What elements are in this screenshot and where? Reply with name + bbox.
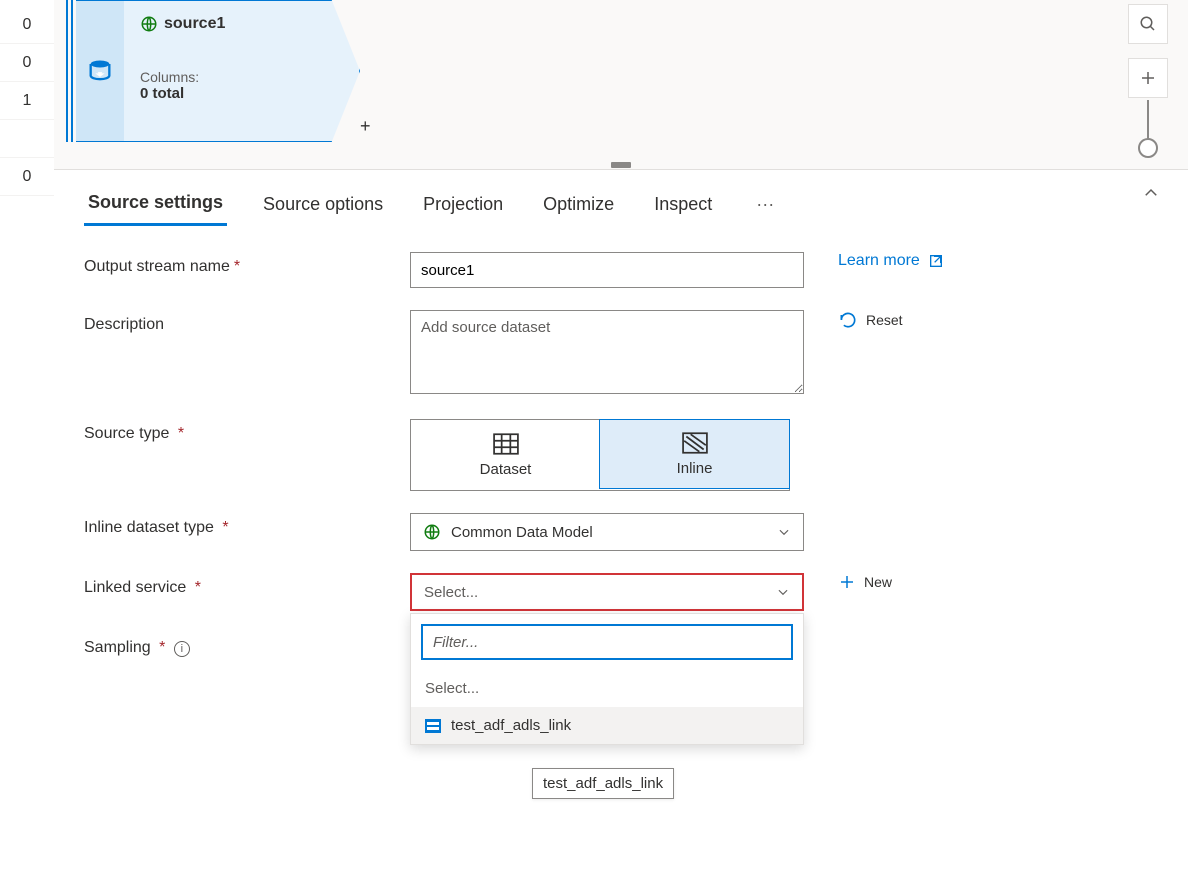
node-handle[interactable] — [66, 0, 76, 142]
linked-service-dropdown: Select... test_adf_adls_link — [410, 613, 804, 745]
canvas-zoom-in-button[interactable] — [1128, 58, 1168, 98]
dataset-icon — [493, 433, 519, 455]
rail-item[interactable]: 1 — [0, 82, 54, 120]
node-type-icon-box — [76, 0, 124, 142]
linked-service-select[interactable]: Select... — [410, 573, 804, 611]
inline-dataset-type-label: Inline dataset type * — [84, 513, 410, 537]
collapse-panel-button[interactable] — [1142, 184, 1160, 202]
sampling-label: Sampling * i — [84, 633, 410, 657]
output-stream-label: Output stream name* — [84, 252, 410, 276]
inline-icon — [682, 432, 708, 454]
storage-icon — [425, 719, 441, 733]
tab-source-settings[interactable]: Source settings — [84, 182, 227, 226]
plus-icon — [838, 573, 856, 591]
source-type-toggle: Dataset Inline — [410, 419, 790, 491]
left-rail: 0 0 1 0 — [0, 0, 54, 869]
new-linked-service-button[interactable]: New — [838, 573, 892, 591]
zoom-slider-thumb[interactable] — [1138, 138, 1158, 158]
chevron-down-icon — [777, 525, 791, 539]
linked-service-filter-input[interactable] — [421, 624, 793, 660]
rail-item[interactable]: 0 — [0, 6, 54, 44]
learn-more-link[interactable]: Learn more — [838, 252, 944, 270]
add-transform-icon[interactable]: + — [360, 116, 371, 137]
source-type-inline[interactable]: Inline — [599, 419, 790, 489]
source-type-label: Source type * — [84, 419, 410, 443]
node-columns-count: 0 total — [140, 85, 343, 102]
description-label: Description — [84, 310, 410, 334]
tab-optimize[interactable]: Optimize — [539, 184, 618, 225]
flow-canvas[interactable]: source1 Columns: 0 total + — [54, 0, 1188, 170]
node-body[interactable]: source1 Columns: 0 total — [124, 0, 360, 142]
source-settings-form: Output stream name* Learn more Descripti… — [54, 226, 1188, 705]
chevron-down-icon — [776, 585, 790, 599]
canvas-search-button[interactable] — [1128, 4, 1168, 44]
open-external-icon — [928, 253, 944, 269]
tab-source-options[interactable]: Source options — [259, 184, 387, 225]
dropdown-option[interactable]: test_adf_adls_link — [411, 707, 803, 744]
info-icon[interactable]: i — [174, 641, 190, 657]
tab-inspect[interactable]: Inspect — [650, 184, 716, 225]
database-arrow-icon — [86, 57, 114, 85]
zoom-slider-track[interactable] — [1147, 100, 1149, 140]
tab-bar: Source settings Source options Projectio… — [54, 170, 1188, 226]
chevron-up-icon — [1142, 184, 1160, 202]
inline-dataset-type-select[interactable]: Common Data Model — [410, 513, 804, 551]
linked-service-label: Linked service * — [84, 573, 410, 597]
rail-item[interactable] — [0, 120, 54, 158]
cdm-icon — [423, 523, 441, 541]
node-columns-label: Columns: — [140, 69, 343, 85]
output-stream-input[interactable] — [410, 252, 804, 288]
source-type-dataset[interactable]: Dataset — [411, 420, 600, 490]
node-title-text: source1 — [164, 15, 225, 33]
cdm-icon — [140, 15, 158, 33]
tab-projection[interactable]: Projection — [419, 184, 507, 225]
search-icon — [1139, 15, 1157, 33]
reset-button[interactable]: Reset — [838, 310, 903, 330]
source-node[interactable]: source1 Columns: 0 total — [66, 0, 360, 142]
panel-resize-handle[interactable] — [611, 162, 631, 168]
reset-icon — [838, 310, 858, 330]
tab-overflow-button[interactable]: ··· — [748, 194, 782, 215]
rail-item[interactable]: 0 — [0, 44, 54, 82]
option-tooltip: test_adf_adls_link — [532, 768, 674, 799]
dropdown-option-placeholder[interactable]: Select... — [411, 670, 803, 707]
rail-item[interactable]: 0 — [0, 158, 54, 196]
description-textarea[interactable] — [410, 310, 804, 394]
plus-icon — [1139, 69, 1157, 87]
